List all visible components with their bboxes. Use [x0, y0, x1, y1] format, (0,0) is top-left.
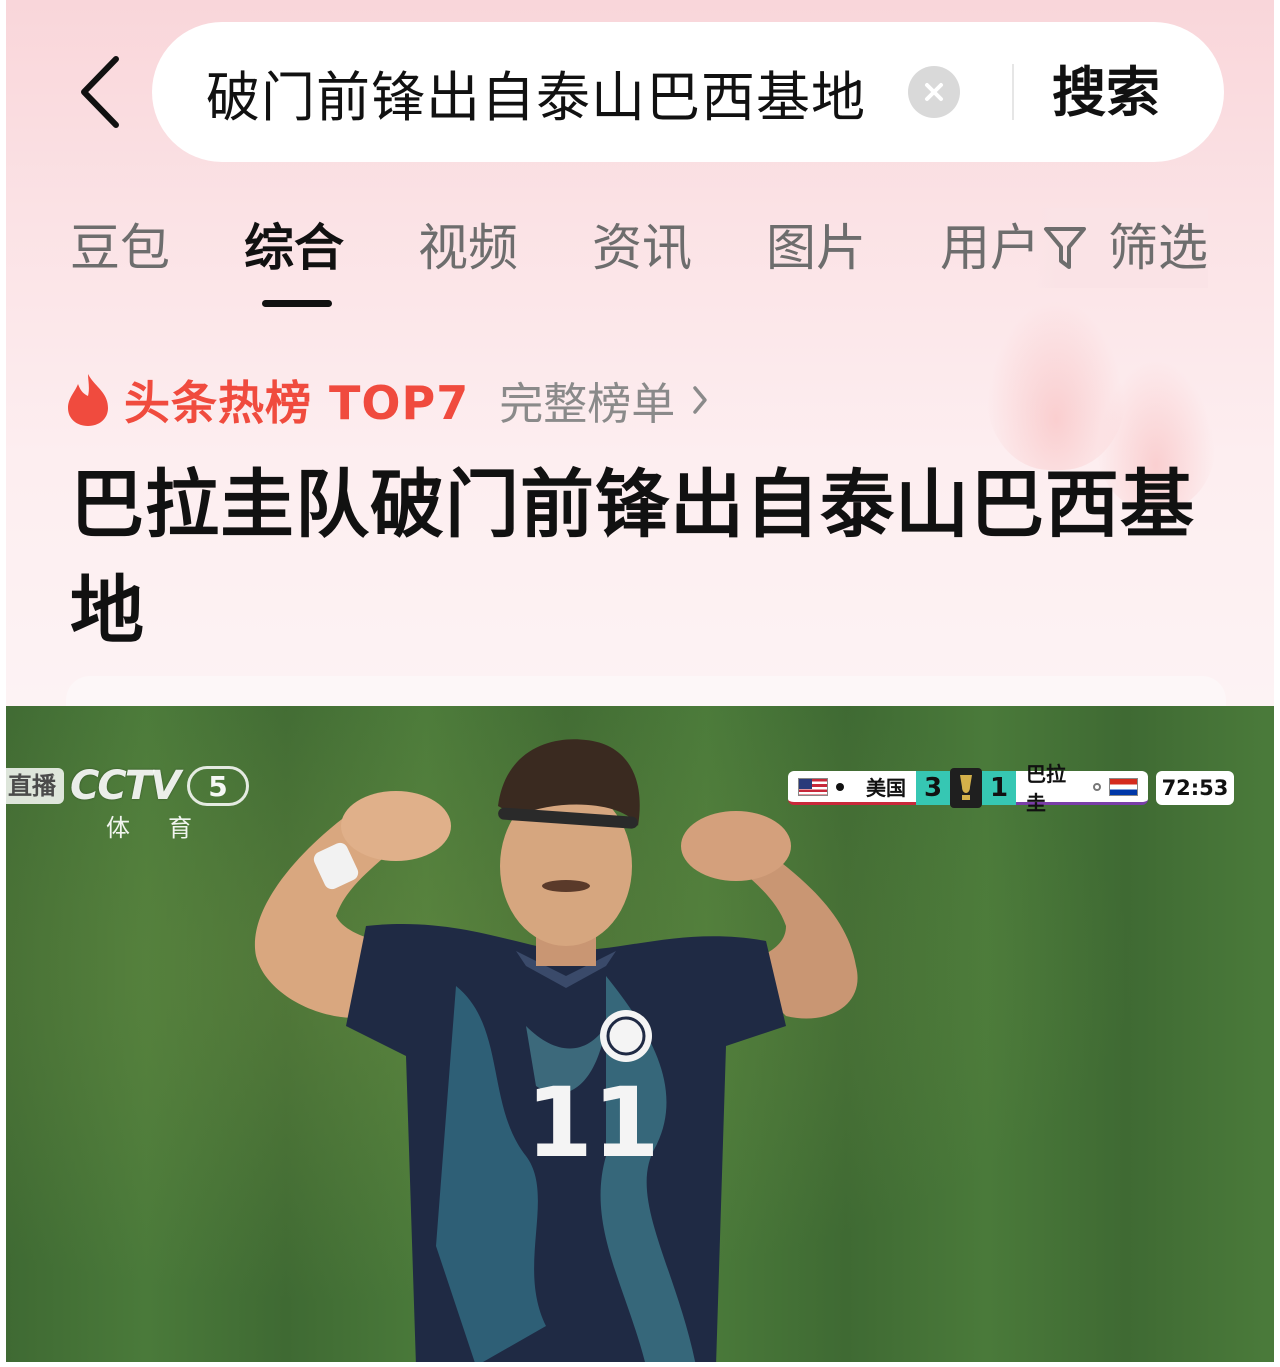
close-icon — [925, 83, 943, 101]
filter-label: 筛选 — [1108, 219, 1208, 277]
usa-flag-icon — [798, 777, 828, 796]
jersey-number: 11 — [526, 1067, 660, 1179]
match-clock: 72:53 — [1156, 771, 1234, 805]
search-header-area: 搜索 豆包 综合 视频 资讯 图片 用户 筛选 头条热榜 TOP7 完整榜单 — [6, 0, 1274, 706]
tab-doubao[interactable]: 豆包 — [70, 208, 170, 288]
cctv-logo-text: CCTV — [70, 763, 181, 809]
tab-images[interactable]: 图片 — [766, 208, 866, 288]
page: 搜索 豆包 综合 视频 资讯 图片 用户 筛选 头条热榜 TOP7 完整榜单 — [0, 0, 1280, 1367]
full-list-label: 完整榜单 — [499, 379, 676, 430]
tab-comprehensive[interactable]: 综合 — [244, 208, 344, 288]
channel-logo: 直播 CCTV 5 — [6, 763, 249, 809]
video-frame[interactable]: 11 直播 CCTV 5 体育 美国 3 1 巴拉圭 72:53 — [6, 706, 1274, 1362]
search-input[interactable] — [206, 50, 906, 134]
result-card — [66, 676, 1226, 706]
home-team-name: 美国 — [866, 776, 906, 800]
chevron-left-icon — [81, 56, 119, 128]
paraguay-flag-icon — [1108, 777, 1138, 796]
player-image: 11 — [254, 739, 858, 1362]
search-button[interactable]: 搜索 — [1052, 58, 1160, 128]
clear-search-button[interactable] — [908, 66, 960, 118]
possession-dot-icon — [1092, 782, 1101, 791]
chevron-right-icon — [693, 386, 707, 414]
channel-number: 5 — [186, 766, 249, 806]
trophy-icon — [950, 768, 982, 808]
tab-news[interactable]: 资讯 — [592, 208, 692, 288]
back-button[interactable] — [64, 50, 134, 134]
hot-list-label[interactable]: 头条热榜 TOP7 — [124, 367, 469, 433]
full-list-link[interactable]: 完整榜单 — [499, 368, 709, 432]
home-team-panel: 美国 — [788, 771, 916, 805]
home-score: 3 — [916, 771, 950, 805]
search-bar: 搜索 — [152, 22, 1224, 162]
hot-list-row: 头条热榜 TOP7 完整榜单 — [64, 368, 709, 432]
flame-icon — [68, 374, 108, 426]
filter-button[interactable]: 筛选 — [1036, 208, 1208, 288]
search-divider — [1012, 64, 1014, 120]
active-tab-indicator — [262, 300, 332, 307]
tab-users[interactable]: 用户 — [940, 208, 1040, 288]
filter-icon — [1044, 227, 1086, 269]
hot-headline[interactable]: 巴拉圭队破门前锋出自泰山巴西基地 — [70, 452, 1240, 664]
scoreboard: 美国 3 1 巴拉圭 72:53 — [788, 762, 1234, 815]
away-score: 1 — [982, 771, 1016, 805]
possession-dot-icon — [836, 782, 844, 791]
away-team-name: 巴拉圭 — [1026, 761, 1066, 815]
channel-sub-label: 体育 — [106, 814, 230, 842]
live-tag: 直播 — [6, 768, 64, 804]
tab-video[interactable]: 视频 — [418, 208, 518, 288]
away-team-panel: 巴拉圭 — [1016, 762, 1148, 815]
